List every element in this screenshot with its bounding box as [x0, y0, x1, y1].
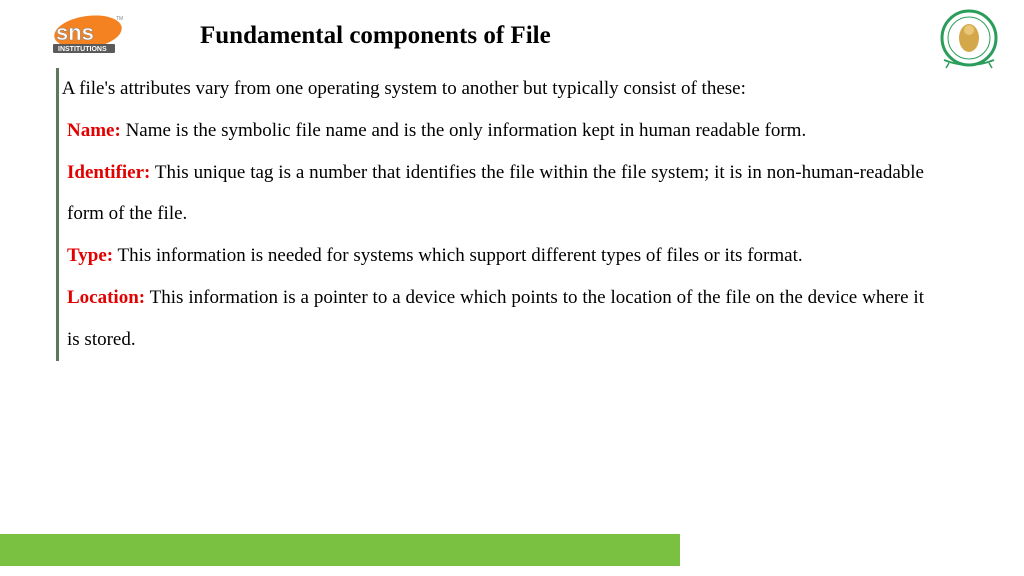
college-emblem-icon: [934, 8, 1004, 73]
college-emblem: [934, 8, 1004, 73]
sns-logo-icon: sns INSTITUTIONS TM: [28, 12, 123, 57]
content-block: A file's attributes vary from one operat…: [56, 68, 924, 361]
desc-type: This information is needed for systems w…: [113, 245, 803, 266]
desc-location: This information is a pointer to a devic…: [67, 287, 924, 350]
desc-name: Name is the symbolic file name and is th…: [121, 120, 806, 141]
svg-text:INSTITUTIONS: INSTITUTIONS: [58, 46, 107, 53]
term-name: Name:: [67, 120, 121, 141]
footer-bar: [0, 534, 680, 566]
intro-text: A file's attributes vary from one operat…: [57, 68, 924, 110]
item-identifier: Identifier: This unique tag is a number …: [67, 152, 924, 236]
sns-logo: sns INSTITUTIONS TM: [28, 12, 123, 57]
svg-text:TM: TM: [116, 16, 123, 22]
term-location: Location:: [67, 287, 145, 308]
item-type: Type: This information is needed for sys…: [67, 235, 924, 277]
item-name: Name: Name is the symbolic file name and…: [67, 110, 924, 152]
desc-identifier: This unique tag is a number that identif…: [67, 162, 924, 225]
page-title: Fundamental components of File: [200, 22, 551, 50]
intro-span: A file's attributes vary from one operat…: [62, 78, 746, 99]
term-identifier: Identifier:: [67, 162, 150, 183]
svg-text:sns: sns: [56, 20, 94, 45]
item-location: Location: This information is a pointer …: [67, 277, 924, 361]
term-type: Type:: [67, 245, 113, 266]
